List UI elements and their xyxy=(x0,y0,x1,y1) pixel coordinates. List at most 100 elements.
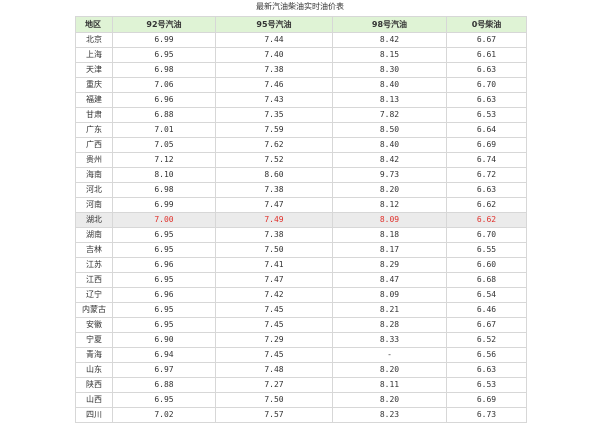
cell-region: 青海 xyxy=(75,347,113,363)
cell-0-diesel: 6.63 xyxy=(446,92,527,108)
cell-region: 江西 xyxy=(75,272,113,288)
cell-0-diesel: 6.60 xyxy=(446,257,527,273)
cell-95-gasoline: 7.47 xyxy=(215,272,333,288)
cell-98-gasoline: 8.50 xyxy=(332,122,447,138)
cell-98-gasoline: 8.12 xyxy=(332,197,447,213)
cell-92-gasoline: 6.96 xyxy=(112,257,216,273)
cell-95-gasoline: 8.60 xyxy=(215,167,333,183)
cell-0-diesel: 6.70 xyxy=(446,77,527,93)
cell-98-gasoline: 8.23 xyxy=(332,407,447,423)
table-row: 宁夏 6.90 7.29 8.33 6.52 xyxy=(75,332,527,348)
cell-region: 广西 xyxy=(75,137,113,153)
cell-region: 重庆 xyxy=(75,77,113,93)
cell-92-gasoline: 6.95 xyxy=(112,272,216,288)
cell-0-diesel: 6.63 xyxy=(446,182,527,198)
cell-98-gasoline: 8.28 xyxy=(332,317,447,333)
header-92-gasoline: 92号汽油 xyxy=(112,16,216,33)
cell-92-gasoline: 7.00 xyxy=(112,212,216,228)
table-row: 河南 6.99 7.47 8.12 6.62 xyxy=(75,197,527,213)
cell-92-gasoline: 7.05 xyxy=(112,137,216,153)
header-95-gasoline: 95号汽油 xyxy=(215,16,333,33)
cell-0-diesel: 6.64 xyxy=(446,122,527,138)
cell-0-diesel: 6.54 xyxy=(446,287,527,303)
oil-price-table-container: 地区 92号汽油 95号汽油 98号汽油 0号柴油 北京 6.99 7.44 8.42… xyxy=(75,16,527,423)
cell-95-gasoline: 7.52 xyxy=(215,152,333,168)
cell-98-gasoline: 8.09 xyxy=(332,212,447,228)
cell-0-diesel: 6.46 xyxy=(446,302,527,318)
cell-95-gasoline: 7.38 xyxy=(215,62,333,78)
table-row: 山东 6.97 7.48 8.20 6.63 xyxy=(75,362,527,378)
cell-98-gasoline: 8.09 xyxy=(332,287,447,303)
cell-95-gasoline: 7.45 xyxy=(215,317,333,333)
cell-98-gasoline: 8.20 xyxy=(332,182,447,198)
cell-92-gasoline: 6.95 xyxy=(112,392,216,408)
cell-92-gasoline: 7.02 xyxy=(112,407,216,423)
table-row: 天津 6.98 7.38 8.30 6.63 xyxy=(75,62,527,78)
header-region: 地区 xyxy=(75,16,113,33)
cell-92-gasoline: 6.95 xyxy=(112,47,216,63)
cell-95-gasoline: 7.43 xyxy=(215,92,333,108)
cell-98-gasoline: 8.15 xyxy=(332,47,447,63)
cell-92-gasoline: 8.10 xyxy=(112,167,216,183)
cell-region: 陕西 xyxy=(75,377,113,393)
cell-92-gasoline: 6.95 xyxy=(112,317,216,333)
cell-region: 内蒙古 xyxy=(75,302,113,318)
cell-98-gasoline: 8.40 xyxy=(332,137,447,153)
table-row: 江苏 6.96 7.41 8.29 6.60 xyxy=(75,257,527,273)
cell-95-gasoline: 7.42 xyxy=(215,287,333,303)
cell-0-diesel: 6.55 xyxy=(446,242,527,258)
cell-0-diesel: 6.72 xyxy=(446,167,527,183)
table-row: 海南 8.10 8.60 9.73 6.72 xyxy=(75,167,527,183)
cell-95-gasoline: 7.29 xyxy=(215,332,333,348)
cell-98-gasoline: 8.20 xyxy=(332,362,447,378)
cell-region: 吉林 xyxy=(75,242,113,258)
table-row: 湖北 7.00 7.49 8.09 6.62 xyxy=(75,212,527,228)
table-row: 陕西 6.88 7.27 8.11 6.53 xyxy=(75,377,527,393)
cell-98-gasoline: 8.17 xyxy=(332,242,447,258)
cell-98-gasoline: 9.73 xyxy=(332,167,447,183)
cell-95-gasoline: 7.38 xyxy=(215,182,333,198)
cell-92-gasoline: 6.88 xyxy=(112,107,216,123)
cell-0-diesel: 6.70 xyxy=(446,227,527,243)
cell-92-gasoline: 7.01 xyxy=(112,122,216,138)
cell-region: 上海 xyxy=(75,47,113,63)
cell-95-gasoline: 7.46 xyxy=(215,77,333,93)
cell-95-gasoline: 7.47 xyxy=(215,197,333,213)
cell-98-gasoline: 8.11 xyxy=(332,377,447,393)
cell-region: 海南 xyxy=(75,167,113,183)
cell-92-gasoline: 6.96 xyxy=(112,92,216,108)
table-row: 安徽 6.95 7.45 8.28 6.67 xyxy=(75,317,527,333)
cell-95-gasoline: 7.50 xyxy=(215,392,333,408)
cell-region: 天津 xyxy=(75,62,113,78)
cell-95-gasoline: 7.49 xyxy=(215,212,333,228)
cell-98-gasoline: 8.47 xyxy=(332,272,447,288)
cell-98-gasoline: 7.82 xyxy=(332,107,447,123)
cell-92-gasoline: 6.95 xyxy=(112,242,216,258)
cell-95-gasoline: 7.38 xyxy=(215,227,333,243)
cell-98-gasoline: 8.13 xyxy=(332,92,447,108)
cell-92-gasoline: 6.96 xyxy=(112,287,216,303)
cell-region: 山东 xyxy=(75,362,113,378)
cell-98-gasoline: 8.30 xyxy=(332,62,447,78)
cell-0-diesel: 6.62 xyxy=(446,212,527,228)
table-row: 北京 6.99 7.44 8.42 6.67 xyxy=(75,32,527,48)
table-row: 重庆 7.06 7.46 8.40 6.70 xyxy=(75,77,527,93)
cell-92-gasoline: 7.06 xyxy=(112,77,216,93)
cell-0-diesel: 6.63 xyxy=(446,62,527,78)
cell-region: 安徽 xyxy=(75,317,113,333)
cell-0-diesel: 6.69 xyxy=(446,137,527,153)
cell-95-gasoline: 7.62 xyxy=(215,137,333,153)
table-header-row: 地区 92号汽油 95号汽油 98号汽油 0号柴油 xyxy=(75,16,527,33)
table-row: 甘肃 6.88 7.35 7.82 6.53 xyxy=(75,107,527,123)
cell-92-gasoline: 6.94 xyxy=(112,347,216,363)
header-98-gasoline: 98号汽油 xyxy=(332,16,447,33)
table-row: 广西 7.05 7.62 8.40 6.69 xyxy=(75,137,527,153)
cell-98-gasoline: 8.42 xyxy=(332,32,447,48)
cell-92-gasoline: 6.99 xyxy=(112,32,216,48)
cell-95-gasoline: 7.50 xyxy=(215,242,333,258)
cell-0-diesel: 6.67 xyxy=(446,317,527,333)
table-row: 广东 7.01 7.59 8.50 6.64 xyxy=(75,122,527,138)
table-row: 上海 6.95 7.40 8.15 6.61 xyxy=(75,47,527,63)
cell-95-gasoline: 7.45 xyxy=(215,302,333,318)
cell-0-diesel: 6.52 xyxy=(446,332,527,348)
